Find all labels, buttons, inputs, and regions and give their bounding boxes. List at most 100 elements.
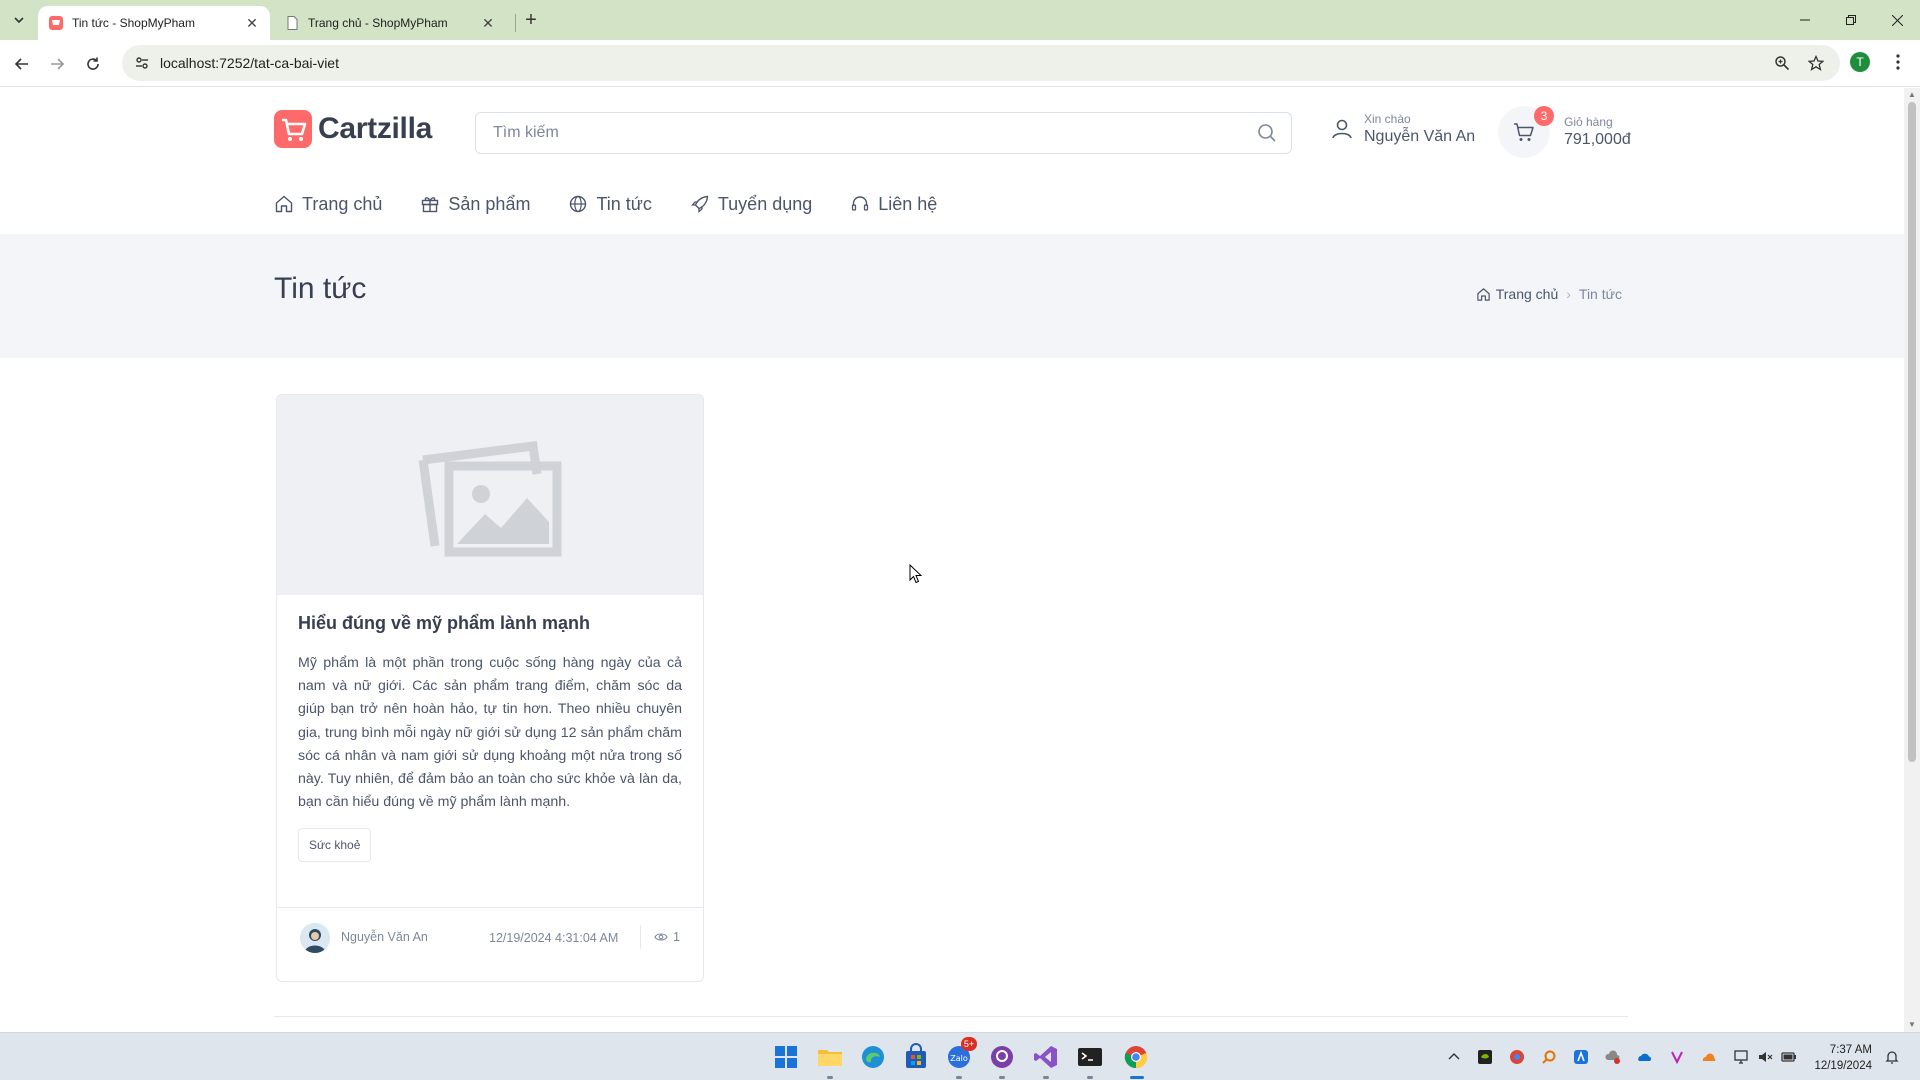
volume-muted-icon[interactable]	[1757, 1049, 1773, 1065]
cart-button[interactable]: 3 Giỏ hàng 791,000đ	[1498, 106, 1631, 158]
nav-item-label: Liên hệ	[878, 193, 938, 214]
svg-text:Zalo: Zalo	[950, 1054, 968, 1063]
visual-studio-icon[interactable]	[1032, 1043, 1060, 1071]
user-icon	[1332, 119, 1352, 139]
network-icon[interactable]	[1733, 1049, 1749, 1065]
zoom-button[interactable]	[1770, 51, 1794, 75]
search-input[interactable]: Tìm kiếm	[475, 112, 1292, 154]
brand-logo[interactable]: Cartzilla	[274, 110, 432, 148]
post-author[interactable]: Nguyễn Văn An	[341, 930, 428, 944]
cloudflare-icon[interactable]	[1701, 1049, 1717, 1065]
url-text[interactable]: localhost:7252/tat-ca-bai-viet	[160, 55, 339, 71]
v-app-icon[interactable]	[1669, 1049, 1685, 1065]
author-avatar[interactable]	[300, 923, 330, 953]
nav-item-home[interactable]: Trang chủ	[274, 194, 382, 215]
cart-total: 791,000đ	[1564, 131, 1631, 148]
page-title-band: Tin tức Trang chủ › Tin tức	[0, 234, 1904, 358]
post-date: 12/19/2024 4:31:04 AM	[489, 931, 619, 945]
running-indicator	[1043, 1076, 1049, 1079]
running-indicator	[827, 1076, 833, 1079]
reload-button[interactable]	[80, 51, 106, 77]
close-window-button[interactable]	[1874, 0, 1920, 40]
close-tab-icon[interactable]: ✕	[480, 15, 496, 31]
chevron-up-icon[interactable]	[1446, 1049, 1462, 1065]
search-tray-icon[interactable]	[1541, 1049, 1557, 1065]
notification-bell-icon[interactable]	[1884, 1049, 1900, 1065]
headset-icon	[852, 196, 869, 211]
post-meta: Nguyễn Văn An 12/19/2024 4:31:04 AM 1	[277, 907, 703, 981]
browser-toolbar: localhost:7252/tat-ca-bai-viet	[0, 40, 1920, 87]
active-indicator	[1130, 1076, 1144, 1079]
onedrive-icon[interactable]	[1637, 1049, 1653, 1065]
eye-icon	[654, 933, 668, 941]
system-clock[interactable]: 7:37 AM 12/19/2024	[1812, 1042, 1872, 1074]
tab-search-button[interactable]	[8, 9, 30, 31]
page-viewport: Cartzilla Tìm kiếm Xin chào Nguyễn Văn A…	[0, 88, 1904, 1032]
running-indicator	[956, 1076, 962, 1079]
scroll-down-icon[interactable]: ▼	[1908, 1021, 1916, 1029]
tab-inactive[interactable]: Trang chủ - ShopMyPham ✕	[274, 6, 506, 40]
nav-item-careers[interactable]: Tuyển dụng	[690, 194, 812, 215]
meta-divider	[640, 925, 641, 949]
browser-tab-strip: Tin tức - ShopMyPham ✕ Trang chủ - ShopM…	[0, 0, 1920, 40]
cloud-error-icon[interactable]	[1605, 1049, 1621, 1065]
account-name: Nguyễn Văn An	[1364, 128, 1476, 145]
windows-start-icon[interactable]	[772, 1043, 800, 1071]
nav-item-news[interactable]: Tin tức	[568, 193, 652, 215]
post-tag[interactable]: Sức khoẻ	[298, 828, 372, 863]
nav-item-label: Sản phẩm	[448, 193, 531, 214]
page-scrollbar[interactable]: ▲ ▼	[1904, 88, 1920, 1032]
running-indicator	[1087, 1076, 1093, 1079]
nvidia-icon[interactable]	[1477, 1049, 1493, 1065]
blog-post-card[interactable]: Hiểu đúng về mỹ phẩm lành mạnh Mỹ phẩm l…	[276, 394, 704, 982]
minimize-button[interactable]	[1782, 0, 1828, 40]
cart-count-badge: 3	[1534, 106, 1554, 126]
nav-item-label: Tuyển dụng	[717, 193, 813, 214]
tab-title: Tin tức - ShopMyPham	[72, 16, 195, 30]
address-bar[interactable]: localhost:7252/tat-ca-bai-viet	[122, 45, 1840, 81]
cart-icon-wrap: 3	[1498, 106, 1554, 158]
gift-icon	[422, 197, 439, 213]
terminal-icon[interactable]	[1076, 1043, 1104, 1071]
forward-button[interactable]	[44, 51, 70, 77]
chrome-tray-icon[interactable]	[1509, 1049, 1525, 1065]
edge-browser-icon[interactable]	[859, 1043, 887, 1071]
nav-item-label: Tin tức	[596, 193, 652, 214]
clock-time: 7:37 AM	[1829, 1044, 1872, 1056]
github-desktop-icon[interactable]	[988, 1043, 1016, 1071]
app-tray-icon[interactable]	[1573, 1049, 1589, 1065]
site-info-button[interactable]	[128, 49, 156, 77]
arrow-right-icon	[51, 58, 65, 70]
reload-icon	[87, 57, 99, 70]
battery-icon[interactable]	[1781, 1049, 1797, 1065]
scrollbar-thumb[interactable]	[1908, 102, 1916, 762]
search-placeholder: Tìm kiếm	[493, 124, 559, 141]
breadcrumb-current: Tin tức	[1578, 286, 1622, 302]
bookmark-button[interactable]	[1804, 51, 1828, 75]
nav-item-contact[interactable]: Liên hệ	[850, 194, 937, 215]
post-thumbnail[interactable]	[277, 395, 703, 595]
back-button[interactable]	[9, 51, 35, 77]
restore-button[interactable]	[1828, 0, 1874, 40]
chevron-down-icon	[14, 17, 24, 24]
chevron-right-icon: ›	[1566, 286, 1571, 302]
home-icon	[275, 195, 293, 213]
browser-menu-button[interactable]	[1888, 50, 1908, 74]
file-explorer-icon[interactable]	[816, 1043, 844, 1071]
clock-date: 12/19/2024	[1814, 1060, 1872, 1072]
scroll-up-icon[interactable]: ▲	[1908, 91, 1916, 99]
account-greeting: Xin chào	[1364, 112, 1411, 126]
chrome-icon[interactable]	[1122, 1043, 1150, 1071]
profile-avatar[interactable]: T	[1850, 52, 1870, 72]
breadcrumb-home-link[interactable]: Trang chủ	[1476, 286, 1558, 302]
nav-item-products[interactable]: Sản phẩm	[420, 194, 530, 215]
search-icon[interactable]	[1257, 123, 1277, 143]
account-menu[interactable]: Xin chào Nguyễn Văn An	[1330, 112, 1475, 146]
page-title: Tin tức	[274, 272, 367, 305]
post-title[interactable]: Hiểu đúng về mỹ phẩm lành mạnh	[298, 613, 682, 634]
tab-active[interactable]: Tin tức - ShopMyPham ✕	[38, 6, 270, 40]
microsoft-store-icon[interactable]	[902, 1043, 930, 1071]
zalo-app[interactable]: Zalo 5+	[945, 1037, 977, 1071]
close-tab-icon[interactable]: ✕	[244, 15, 260, 31]
new-tab-button[interactable]: +	[520, 9, 542, 31]
